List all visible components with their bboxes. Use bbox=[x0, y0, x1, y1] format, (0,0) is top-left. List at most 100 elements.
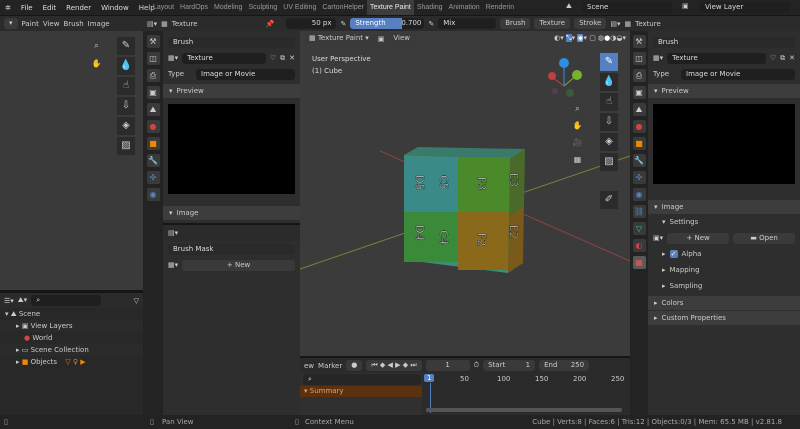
image-browse-icon[interactable]: ▣▾ bbox=[653, 234, 663, 242]
duplicate-icon[interactable]: ⧉ bbox=[780, 54, 785, 63]
hand-icon[interactable]: ✋ bbox=[90, 57, 103, 70]
timeline-search[interactable]: ⌕ bbox=[303, 374, 421, 385]
zoom-icon[interactable]: ⌕ bbox=[90, 39, 103, 52]
texture-browse-icon[interactable]: ▦▾ bbox=[168, 261, 178, 269]
tab-sculpting[interactable]: Sculpting bbox=[245, 0, 280, 15]
particles-tab-icon[interactable]: ✣ bbox=[146, 171, 160, 184]
radius-field[interactable]: 50 px bbox=[286, 18, 337, 29]
tab-layout[interactable]: Layout bbox=[150, 0, 177, 15]
scene-field[interactable]: Scene bbox=[582, 2, 672, 13]
type-dropdown[interactable]: Image or Movie bbox=[196, 68, 295, 80]
pan-icon[interactable]: ✋ bbox=[571, 119, 584, 132]
timeline-scrollbar[interactable] bbox=[426, 408, 622, 412]
texture-tab-icon[interactable]: ▦ bbox=[632, 256, 646, 269]
settings-subpanel[interactable]: ▾ Settings bbox=[648, 214, 800, 230]
texture-name-field[interactable]: Texture bbox=[667, 52, 766, 64]
clone-tool-icon[interactable]: ⇩ bbox=[117, 97, 135, 115]
brush-mask-dropdown[interactable]: Brush Mask bbox=[168, 243, 295, 255]
smear-tool-icon[interactable]: ☝ bbox=[117, 77, 135, 95]
fill-tool-icon[interactable]: ◈ bbox=[117, 117, 135, 135]
preview-panel-header[interactable]: ▾ Preview bbox=[163, 84, 300, 98]
constraints-tab-icon[interactable]: ⛓ bbox=[632, 205, 646, 218]
annotate-tool-icon[interactable]: ✐ bbox=[600, 191, 618, 209]
clone-tool-icon[interactable]: ⇩ bbox=[600, 113, 618, 131]
fill-tool-icon[interactable]: ◈ bbox=[600, 133, 618, 151]
particles-tab-icon[interactable]: ✣ bbox=[632, 171, 646, 184]
texture-browse-icon[interactable]: ▦▾ bbox=[653, 54, 663, 62]
display-mode-icon[interactable]: ☰▾ bbox=[4, 297, 14, 305]
timeline-dopesheet[interactable]: 1 50 100 150 200 250 bbox=[422, 373, 630, 415]
world-tab-icon[interactable]: ● bbox=[632, 120, 646, 133]
outliner-item[interactable]: ▸ ▣ View Layers bbox=[0, 320, 143, 332]
editor-type-button[interactable]: ▾ bbox=[4, 18, 18, 29]
tab-uv-editing[interactable]: UV Editing bbox=[280, 0, 319, 15]
menu-render[interactable]: Render bbox=[61, 4, 96, 12]
properties-type-icon[interactable]: ▤▾ bbox=[168, 229, 178, 237]
material-tab-icon[interactable]: ◐ bbox=[632, 239, 646, 252]
menu-image[interactable]: Image bbox=[88, 20, 110, 28]
world-tab-icon[interactable]: ● bbox=[146, 120, 160, 133]
soften-tool-icon[interactable]: 💧 bbox=[600, 73, 618, 91]
tool-tab-icon[interactable]: ⚒ bbox=[146, 35, 160, 48]
menu-file[interactable]: File bbox=[16, 4, 38, 12]
scene-tab-icon[interactable]: ⛰ bbox=[632, 103, 646, 116]
filter-icon[interactable]: ▽ bbox=[134, 297, 139, 305]
strength-slider[interactable]: Strength 0.700 bbox=[350, 18, 425, 29]
tab-animation[interactable]: Animation bbox=[446, 0, 483, 15]
brush-context-dropdown[interactable]: Brush bbox=[168, 36, 295, 48]
tab-cartonhelper[interactable]: CartonHelper bbox=[319, 0, 367, 15]
open-image-button[interactable]: ▬ Open bbox=[733, 232, 796, 244]
smear-tool-icon[interactable]: ☝ bbox=[600, 93, 618, 111]
sampling-subpanel[interactable]: ▸ Sampling bbox=[648, 278, 800, 294]
draw-tool-icon[interactable]: ✎ bbox=[117, 37, 135, 55]
unlink-icon[interactable]: ✕ bbox=[289, 54, 295, 62]
timeline-marker-menu[interactable]: Marker bbox=[318, 362, 342, 370]
type-dropdown[interactable]: Image or Movie bbox=[681, 68, 795, 80]
grid-icon[interactable]: ▦ bbox=[571, 153, 584, 166]
mapping-subpanel[interactable]: ▸ Mapping bbox=[648, 262, 800, 278]
camera-icon[interactable]: 🎥 bbox=[571, 136, 584, 149]
summary-channel[interactable]: ▾ Summary bbox=[300, 386, 422, 397]
modifier-tab-icon[interactable]: 🔧 bbox=[632, 154, 646, 167]
modifier-tab-icon[interactable]: 🔧 bbox=[146, 154, 160, 167]
fake-user-icon[interactable]: ♡ bbox=[270, 54, 276, 62]
view-layer-tab-icon[interactable]: ▣ bbox=[146, 86, 160, 99]
end-frame-field[interactable]: End 250 bbox=[539, 360, 590, 371]
stopwatch-icon[interactable]: ⏱ bbox=[474, 361, 479, 370]
brush-settings-icon[interactable]: ▤▾ bbox=[147, 20, 157, 28]
start-frame-field[interactable]: Start 1 bbox=[483, 360, 536, 371]
timeline-view-menu[interactable]: ew bbox=[304, 362, 314, 370]
soften-tool-icon[interactable]: 💧 bbox=[117, 57, 135, 75]
brush-menu[interactable]: Brush bbox=[500, 18, 531, 29]
scene-tab-icon[interactable]: ⛰ bbox=[146, 103, 160, 116]
render-tab-icon[interactable]: ◫ bbox=[146, 52, 160, 65]
image-panel-header[interactable]: ▾ Image bbox=[648, 200, 800, 214]
stroke-menu[interactable]: Stroke bbox=[574, 18, 607, 29]
outliner-item[interactable]: ● World bbox=[0, 332, 143, 344]
tab-modeling[interactable]: Modeling bbox=[211, 0, 245, 15]
tab-texture-paint[interactable]: Texture Paint bbox=[366, 0, 414, 15]
outliner-scene[interactable]: ▾ ⛰ Scene bbox=[0, 308, 143, 320]
playback-controls[interactable]: ⏮ ◆ ◀ ▶ ◆ ⏭ bbox=[366, 360, 422, 371]
menu-view[interactable]: View bbox=[43, 20, 60, 28]
record-button[interactable]: ● bbox=[346, 360, 363, 371]
render-tab-icon[interactable]: ◫ bbox=[632, 52, 646, 65]
pressure-icon[interactable]: ✎ bbox=[340, 20, 346, 28]
tool-tab-icon[interactable]: ⚒ bbox=[632, 35, 646, 48]
output-tab-icon[interactable]: ⎙ bbox=[632, 69, 646, 82]
unlink-icon[interactable]: ✕ bbox=[789, 54, 795, 62]
menu-window[interactable]: Window bbox=[96, 4, 134, 12]
mask-tool-icon[interactable]: ▨ bbox=[117, 137, 135, 155]
brush-context-dropdown[interactable]: Brush bbox=[653, 36, 795, 48]
alpha-subpanel[interactable]: ▸ ✓ Alpha bbox=[648, 246, 800, 262]
pressure-strength-icon[interactable]: ✎ bbox=[428, 20, 434, 28]
pin-icon[interactable]: 📌 bbox=[266, 20, 275, 28]
blend-dropdown[interactable]: Mix bbox=[438, 18, 497, 29]
physics-tab-icon[interactable]: ◉ bbox=[632, 188, 646, 201]
object-tab-icon[interactable]: ■ bbox=[146, 137, 160, 150]
texture-browse-icon[interactable]: ▦▾ bbox=[168, 54, 178, 62]
fake-user-icon[interactable]: ♡ bbox=[770, 54, 776, 62]
outliner-search[interactable]: ⌕ bbox=[31, 295, 102, 306]
3d-viewport[interactable]: ▦ Texture Paint ▾ ▣ View ◐▾ ⤡▾ ◉▾ ▢ ◍●◑◒… bbox=[300, 31, 630, 356]
tab-hardops[interactable]: HardOps bbox=[177, 0, 211, 15]
